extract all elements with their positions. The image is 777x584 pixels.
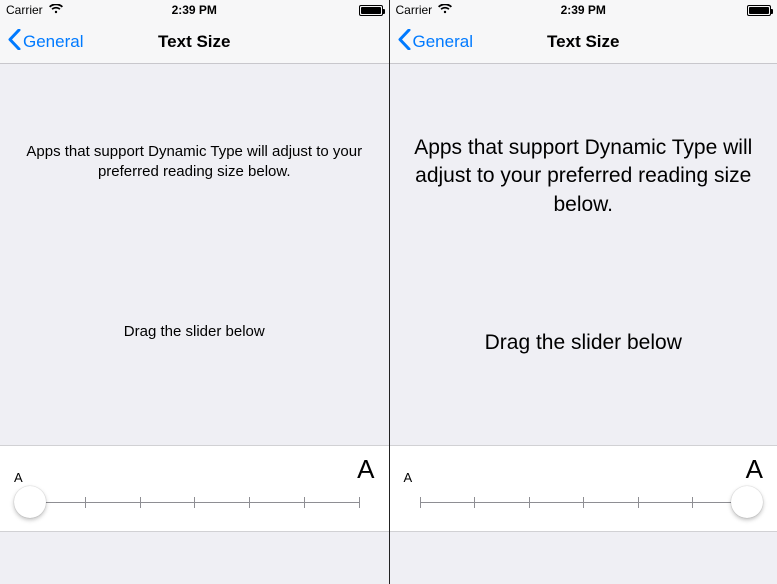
chevron-left-icon (398, 29, 411, 55)
clock-label: 2:39 PM (0, 3, 389, 17)
slider-knob[interactable] (731, 486, 763, 518)
clock-label: 2:39 PM (390, 3, 777, 17)
back-label: General (413, 32, 473, 52)
description-text: Apps that support Dynamic Type will adju… (408, 134, 760, 219)
slider-max-glyph: A (357, 454, 374, 485)
nav-bar: General Text Size (390, 20, 777, 64)
slider-max-glyph: A (746, 454, 763, 485)
status-bar: Carrier 2:39 PM (390, 0, 777, 20)
description-text: Apps that support Dynamic Type will adju… (18, 142, 371, 183)
slider-panel: A A (0, 445, 389, 532)
nav-bar: General Text Size (0, 20, 389, 64)
slider-panel: A A (390, 445, 777, 532)
text-size-slider[interactable] (30, 491, 359, 513)
hint-text: Drag the slider below (18, 323, 371, 340)
back-label: General (23, 32, 83, 52)
hint-text: Drag the slider below (408, 331, 760, 355)
back-button[interactable]: General (8, 29, 83, 55)
chevron-left-icon (8, 29, 21, 55)
battery-icon (359, 5, 383, 16)
slider-knob[interactable] (14, 486, 46, 518)
slider-min-glyph: A (404, 470, 413, 485)
battery-icon (747, 5, 771, 16)
text-size-slider[interactable] (420, 491, 748, 513)
status-bar: Carrier 2:39 PM (0, 0, 389, 20)
pane-small-text: Carrier 2:39 PM General Text Size Apps t… (0, 0, 389, 584)
back-button[interactable]: General (398, 29, 473, 55)
slider-min-glyph: A (14, 470, 23, 485)
pane-large-text: Carrier 2:39 PM General Text Size Apps t… (390, 0, 777, 584)
